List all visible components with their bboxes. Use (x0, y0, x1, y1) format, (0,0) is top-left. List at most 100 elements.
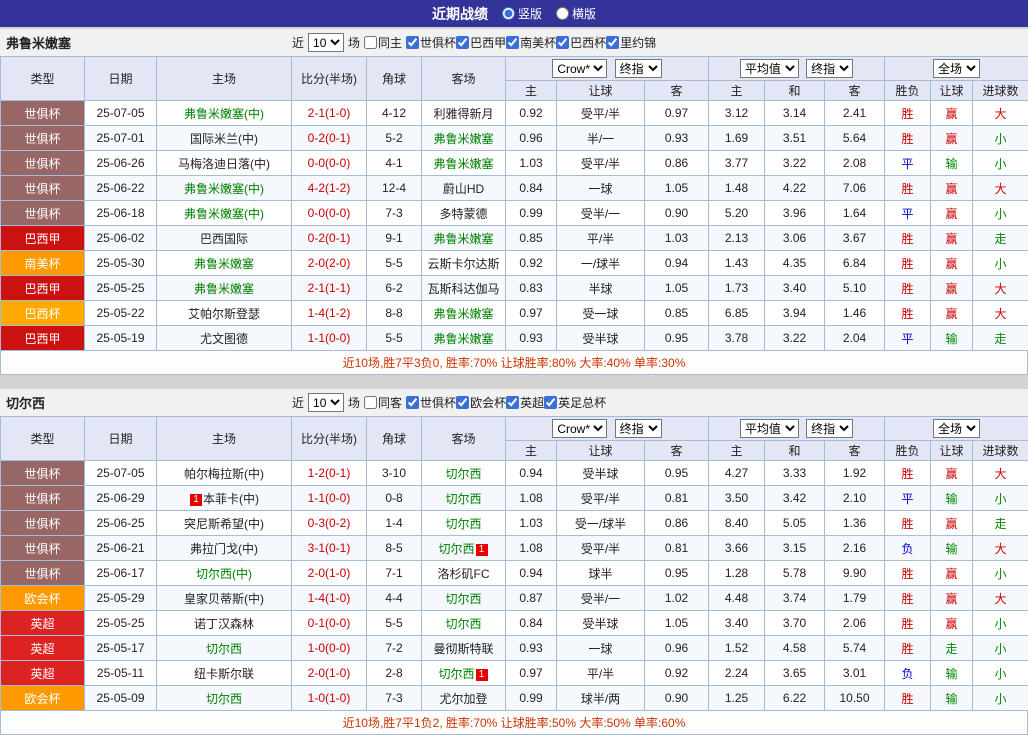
horizontal-radio[interactable] (556, 7, 569, 20)
home-team-cell[interactable]: 切尔西 (157, 686, 292, 711)
away-team-cell[interactable]: 曼彻斯特联 (422, 636, 506, 661)
score-cell[interactable]: 1-0(0-0) (292, 636, 367, 661)
final-odds-select-2[interactable]: 终指 (806, 59, 853, 78)
score-cell[interactable]: 1-1(0-0) (292, 326, 367, 351)
score-cell[interactable]: 0-0(0-0) (292, 201, 367, 226)
league-checkbox[interactable] (556, 36, 569, 49)
full-match-select[interactable]: 全场 (933, 59, 980, 78)
away-team-cell[interactable]: 切尔西 (422, 586, 506, 611)
home-team-cell-link[interactable]: 马梅洛迪日落(中) (178, 157, 270, 171)
away-team-cell[interactable]: 切尔西1 (422, 536, 506, 561)
league-filter-巴西杯[interactable]: 巴西杯 (556, 34, 606, 51)
home-team-cell[interactable]: 切尔西 (157, 636, 292, 661)
league-checkbox[interactable] (406, 36, 419, 49)
league-filter-英足总杯[interactable]: 英足总杯 (544, 394, 606, 411)
away-team-cell-link[interactable]: 尤尔加登 (439, 692, 487, 706)
league-filter-世俱杯[interactable]: 世俱杯 (406, 34, 456, 51)
score-cell[interactable]: 2-0(1-0) (292, 561, 367, 586)
home-team-cell[interactable]: 突尼斯希望(中) (157, 511, 292, 536)
home-team-cell-link[interactable]: 切尔西 (206, 692, 242, 706)
league-checkbox[interactable] (456, 396, 469, 409)
away-team-cell[interactable]: 切尔西1 (422, 661, 506, 686)
same-side-checkbox[interactable] (364, 396, 377, 409)
home-team-cell[interactable]: 艾帕尔斯登瑟 (157, 301, 292, 326)
home-team-cell-link[interactable]: 帕尔梅拉斯(中) (184, 467, 264, 481)
away-team-cell[interactable]: 弗鲁米嫩塞 (422, 301, 506, 326)
away-team-cell-link[interactable]: 切尔西 (438, 542, 474, 556)
home-team-cell[interactable]: 诺丁汉森林 (157, 611, 292, 636)
score-cell[interactable]: 3-1(0-1) (292, 536, 367, 561)
home-team-cell-link[interactable]: 弗鲁米嫩塞 (194, 282, 254, 296)
away-team-cell[interactable]: 弗鲁米嫩塞 (422, 126, 506, 151)
score-cell[interactable]: 4-2(1-2) (292, 176, 367, 201)
home-team-cell-link[interactable]: 纽卡斯尔联 (194, 667, 254, 681)
score-cell[interactable]: 1-0(1-0) (292, 686, 367, 711)
away-team-cell-link[interactable]: 切尔西 (445, 467, 481, 481)
away-team-cell[interactable]: 切尔西 (422, 486, 506, 511)
average-select[interactable]: 平均值 (740, 59, 799, 78)
score-cell[interactable]: 0-2(0-1) (292, 226, 367, 251)
away-team-cell[interactable]: 瓦斯科达伽马 (422, 276, 506, 301)
away-team-cell-link[interactable]: 弗鲁米嫩塞 (433, 157, 493, 171)
score-cell[interactable]: 1-2(0-1) (292, 461, 367, 486)
away-team-cell-link[interactable]: 切尔西 (445, 517, 481, 531)
away-team-cell-link[interactable]: 多特蒙德 (439, 207, 487, 221)
score-cell[interactable]: 0-0(0-0) (292, 151, 367, 176)
odds-company-select[interactable]: Crow* (552, 419, 607, 438)
league-checkbox[interactable] (606, 36, 619, 49)
away-team-cell-link[interactable]: 弗鲁米嫩塞 (433, 332, 493, 346)
home-team-cell[interactable]: 弗拉门戈(中) (157, 536, 292, 561)
full-match-select[interactable]: 全场 (933, 419, 980, 438)
odds-company-select[interactable]: Crow* (552, 59, 607, 78)
final-odds-select[interactable]: 终指 (615, 419, 662, 438)
away-team-cell[interactable]: 弗鲁米嫩塞 (422, 226, 506, 251)
final-odds-select[interactable]: 终指 (615, 59, 662, 78)
home-team-cell-link[interactable]: 弗鲁米嫩塞(中) (184, 107, 264, 121)
away-team-cell-link[interactable]: 云斯卡尔达斯 (427, 257, 499, 271)
home-team-cell[interactable]: 弗鲁米嫩塞(中) (157, 201, 292, 226)
away-team-cell[interactable]: 弗鲁米嫩塞 (422, 151, 506, 176)
score-cell[interactable]: 1-1(0-0) (292, 486, 367, 511)
away-team-cell[interactable]: 切尔西 (422, 511, 506, 536)
vertical-radio[interactable] (502, 7, 515, 20)
away-team-cell[interactable]: 洛杉矶FC (422, 561, 506, 586)
home-team-cell[interactable]: 帕尔梅拉斯(中) (157, 461, 292, 486)
away-team-cell[interactable]: 利雅得新月 (422, 101, 506, 126)
away-team-cell-link[interactable]: 弗鲁米嫩塞 (433, 132, 493, 146)
home-team-cell[interactable]: 尤文图德 (157, 326, 292, 351)
score-cell[interactable]: 0-3(0-2) (292, 511, 367, 536)
home-team-cell-link[interactable]: 弗鲁米嫩塞 (194, 257, 254, 271)
league-filter-南美杯[interactable]: 南美杯 (506, 34, 556, 51)
home-team-cell[interactable]: 切尔西(中) (157, 561, 292, 586)
same-side-checkbox[interactable] (364, 36, 377, 49)
home-team-cell[interactable]: 巴西国际 (157, 226, 292, 251)
league-filter-巴西甲[interactable]: 巴西甲 (456, 34, 506, 51)
layout-horizontal-option[interactable]: 横版 (556, 5, 596, 22)
home-team-cell-link[interactable]: 弗鲁米嫩塞(中) (184, 182, 264, 196)
home-team-cell-link[interactable]: 诺丁汉森林 (194, 617, 254, 631)
league-checkbox[interactable] (506, 396, 519, 409)
home-team-cell[interactable]: 弗鲁米嫩塞 (157, 276, 292, 301)
league-filter-欧会杯[interactable]: 欧会杯 (456, 394, 506, 411)
score-cell[interactable]: 2-1(1-0) (292, 101, 367, 126)
league-filter-里约锦[interactable]: 里约锦 (606, 34, 656, 51)
home-team-cell[interactable]: 纽卡斯尔联 (157, 661, 292, 686)
league-checkbox[interactable] (506, 36, 519, 49)
home-team-cell[interactable]: 皇家贝蒂斯(中) (157, 586, 292, 611)
away-team-cell-link[interactable]: 切尔西 (445, 617, 481, 631)
score-cell[interactable]: 0-2(0-1) (292, 126, 367, 151)
home-team-cell-link[interactable]: 皇家贝蒂斯(中) (184, 592, 264, 606)
score-cell[interactable]: 2-0(2-0) (292, 251, 367, 276)
away-team-cell[interactable]: 切尔西 (422, 461, 506, 486)
away-team-cell-link[interactable]: 瓦斯科达伽马 (427, 282, 499, 296)
home-team-cell-link[interactable]: 巴西国际 (200, 232, 248, 246)
same-side-filter[interactable]: 同客 (364, 394, 402, 411)
average-select[interactable]: 平均值 (740, 419, 799, 438)
final-odds-select-2[interactable]: 终指 (806, 419, 853, 438)
away-team-cell-link[interactable]: 洛杉矶FC (438, 567, 490, 581)
league-checkbox[interactable] (544, 396, 557, 409)
match-count-select[interactable]: 10 (308, 393, 344, 412)
score-cell[interactable]: 1-4(1-0) (292, 586, 367, 611)
away-team-cell-link[interactable]: 蔚山HD (443, 182, 484, 196)
league-checkbox[interactable] (406, 396, 419, 409)
